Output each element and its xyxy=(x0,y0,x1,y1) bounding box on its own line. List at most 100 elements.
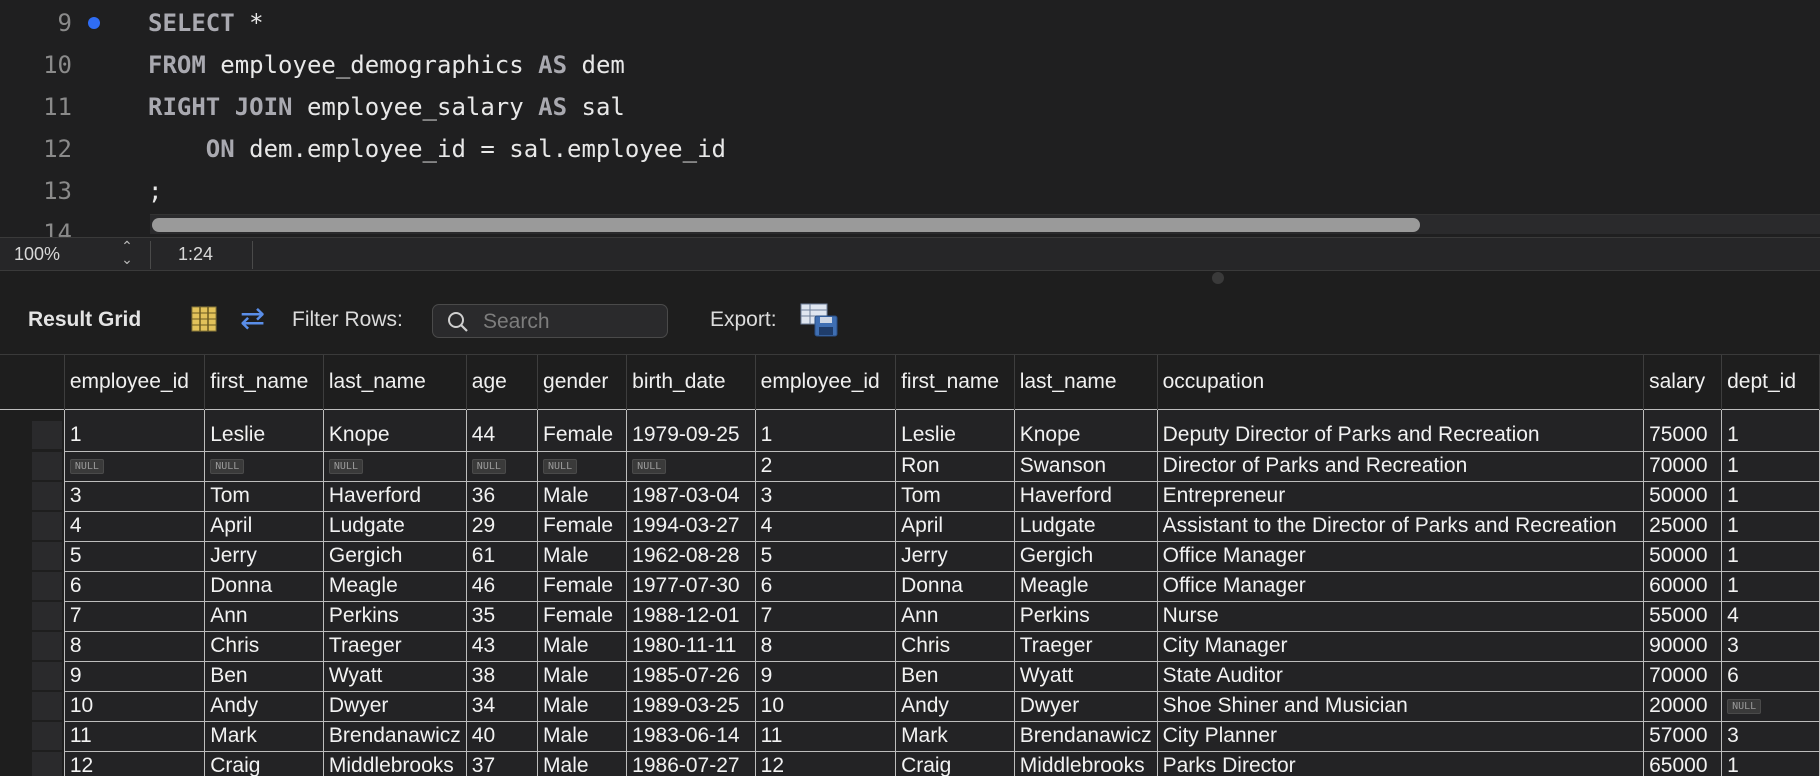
table-cell[interactable]: 1 xyxy=(1721,481,1820,512)
table-cell[interactable]: 6 xyxy=(1721,661,1820,692)
table-cell[interactable]: 90000 xyxy=(1643,631,1723,662)
grid-layout-icon[interactable] xyxy=(191,306,217,332)
code-line[interactable]: 13; xyxy=(0,170,1820,212)
refresh-icon[interactable]: ⇄ xyxy=(240,304,272,334)
table-cell[interactable]: 25000 xyxy=(1643,511,1723,542)
table-cell[interactable]: Male xyxy=(537,631,628,662)
table-cell[interactable]: 5 xyxy=(63,541,206,572)
table-cell[interactable]: 7 xyxy=(63,601,206,632)
table-cell[interactable]: 50000 xyxy=(1643,541,1723,572)
table-cell[interactable]: City Planner xyxy=(1156,721,1645,752)
table-cell[interactable]: 1 xyxy=(1721,511,1820,542)
column-header[interactable]: last_name xyxy=(1014,355,1158,409)
table-cell[interactable]: Female xyxy=(537,601,628,632)
table-row[interactable]: 10 Andy Dwyer 34 Male 1989-03-25 10 Andy Dwyer Sh… xyxy=(0,691,1820,722)
table-cell[interactable]: Ben xyxy=(204,661,324,692)
table-cell[interactable]: Traeger xyxy=(1013,631,1158,662)
table-cell[interactable]: 40 xyxy=(465,721,539,752)
table-cell[interactable]: 46 xyxy=(465,571,539,602)
table-cell[interactable]: Meagle xyxy=(322,571,467,602)
table-cell[interactable]: Perkins xyxy=(322,601,467,632)
table-cell[interactable]: Craig xyxy=(895,751,1015,776)
table-cell[interactable]: NULL xyxy=(626,451,756,482)
table-cell[interactable]: 9 xyxy=(63,661,206,692)
table-cell[interactable]: 6 xyxy=(754,571,897,602)
table-cell[interactable]: 8 xyxy=(754,631,897,662)
search-input[interactable] xyxy=(483,309,663,335)
table-cell[interactable]: Assistant to the Director of Parks and R… xyxy=(1156,511,1645,542)
table-cell[interactable]: Office Manager xyxy=(1156,571,1645,602)
table-cell[interactable]: Chris xyxy=(895,631,1015,662)
table-cell[interactable]: 1979-09-25 xyxy=(626,408,756,452)
row-header[interactable] xyxy=(0,571,65,601)
table-cell[interactable]: City Manager xyxy=(1156,631,1645,662)
table-cell[interactable]: 6 xyxy=(63,571,206,602)
table-cell[interactable]: 11 xyxy=(63,721,206,752)
table-cell[interactable]: 3 xyxy=(1721,721,1820,752)
row-header[interactable] xyxy=(0,631,65,661)
table-cell[interactable]: Leslie xyxy=(204,408,324,452)
table-cell[interactable]: Perkins xyxy=(1013,601,1158,632)
column-header[interactable]: dept_id xyxy=(1721,355,1820,409)
table-cell[interactable]: 3 xyxy=(63,481,206,512)
table-cell[interactable]: Dwyer xyxy=(322,691,467,722)
row-selector[interactable] xyxy=(32,722,62,750)
table-cell[interactable]: 34 xyxy=(465,691,539,722)
table-cell[interactable]: Donna xyxy=(895,571,1015,602)
table-cell[interactable]: Director of Parks and Recreation xyxy=(1156,451,1645,482)
statement-marker-icon[interactable] xyxy=(88,17,100,29)
table-cell[interactable]: 57000 xyxy=(1643,721,1723,752)
code-line[interactable]: 10 FROM employee_demographics AS dem xyxy=(0,44,1820,86)
table-cell[interactable]: Shoe Shiner and Musician xyxy=(1156,691,1645,722)
table-cell[interactable]: 35 xyxy=(465,601,539,632)
table-cell[interactable]: NULL xyxy=(63,451,206,482)
table-cell[interactable]: April xyxy=(204,511,324,542)
table-cell[interactable]: Gergich xyxy=(1013,541,1158,572)
table-cell[interactable]: 44 xyxy=(465,408,539,452)
row-selector[interactable] xyxy=(32,752,62,776)
table-cell[interactable]: Male xyxy=(537,541,628,572)
table-cell[interactable]: 1994-03-27 xyxy=(626,511,756,542)
table-cell[interactable]: 1 xyxy=(1721,751,1820,776)
table-cell[interactable]: 7 xyxy=(754,601,897,632)
table-cell[interactable]: Middlebrooks xyxy=(1013,751,1158,776)
table-cell[interactable]: Female xyxy=(537,511,628,542)
table-cell[interactable]: Andy xyxy=(204,691,324,722)
table-cell[interactable]: Ludgate xyxy=(1013,511,1158,542)
table-row[interactable]: 7 Ann Perkins 35 Female 1988-12-01 7 Ann Perkins… xyxy=(0,601,1820,632)
table-cell[interactable]: 1987-03-04 xyxy=(626,481,756,512)
table-cell[interactable]: Male xyxy=(537,721,628,752)
table-cell[interactable]: Gergich xyxy=(322,541,467,572)
table-cell[interactable]: 75000 xyxy=(1643,408,1723,452)
column-header[interactable]: first_name xyxy=(204,355,324,409)
table-row[interactable]: 8 Chris Traeger 43 Male 1980-11-11 8 Chris Traeg… xyxy=(0,631,1820,662)
table-cell[interactable]: Meagle xyxy=(1013,571,1158,602)
row-header[interactable] xyxy=(0,751,65,776)
table-cell[interactable]: State Auditor xyxy=(1156,661,1645,692)
table-cell[interactable]: 1 xyxy=(1721,451,1820,482)
table-cell[interactable]: 70000 xyxy=(1643,451,1723,482)
row-selector[interactable] xyxy=(32,452,62,480)
table-cell[interactable]: 65000 xyxy=(1643,751,1723,776)
table-cell[interactable]: Craig xyxy=(204,751,324,776)
table-cell[interactable]: 1 xyxy=(1721,571,1820,602)
column-header[interactable]: last_name xyxy=(323,355,467,409)
table-cell[interactable]: Knope xyxy=(1013,408,1158,452)
table-cell[interactable]: 1980-11-11 xyxy=(626,631,756,662)
code-line[interactable]: 11 RIGHT JOIN employee_salary AS sal xyxy=(0,86,1820,128)
table-cell[interactable]: 12 xyxy=(63,751,206,776)
table-cell[interactable]: Entrepreneur xyxy=(1156,481,1645,512)
table-cell[interactable]: Ann xyxy=(204,601,324,632)
table-cell[interactable]: Ann xyxy=(895,601,1015,632)
table-cell[interactable]: 1983-06-14 xyxy=(626,721,756,752)
row-header[interactable] xyxy=(0,541,65,571)
table-cell[interactable]: 55000 xyxy=(1643,601,1723,632)
table-cell[interactable]: Leslie xyxy=(895,408,1015,452)
table-cell[interactable]: 4 xyxy=(754,511,897,542)
table-cell[interactable]: Brendanawicz xyxy=(1013,721,1158,752)
row-header[interactable] xyxy=(0,481,65,511)
table-cell[interactable]: Tom xyxy=(895,481,1015,512)
code-line[interactable]: 12 ON dem.employee_id = sal.employee_id xyxy=(0,128,1820,170)
table-cell[interactable]: Ron xyxy=(895,451,1015,482)
table-cell[interactable]: 1986-07-27 xyxy=(626,751,756,776)
